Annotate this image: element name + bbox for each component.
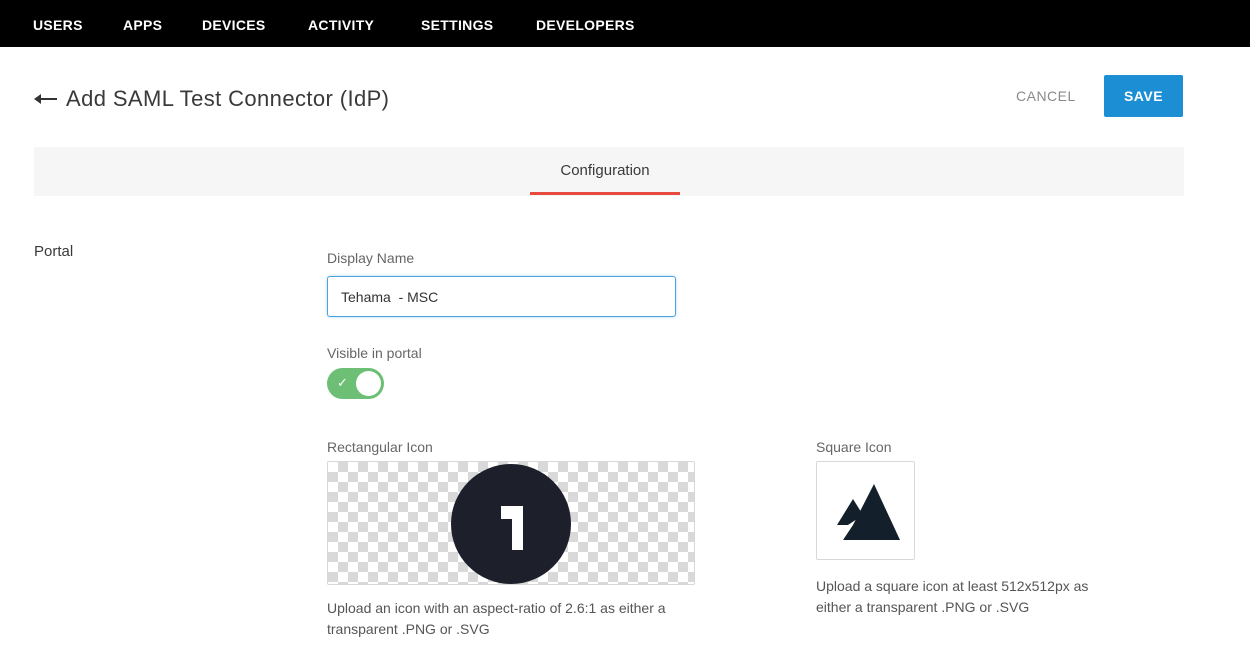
number-one-logo-icon (451, 464, 571, 584)
nav-item-users[interactable]: USERS (33, 17, 83, 33)
rectangular-icon-label: Rectangular Icon (327, 439, 433, 455)
toggle-knob (356, 371, 381, 396)
rectangular-icon-help: Upload an icon with an aspect-ratio of 2… (327, 598, 666, 640)
mountain-logo-icon (837, 484, 900, 540)
rectangular-icon-help-line2: transparent .PNG or .SVG (327, 621, 490, 637)
top-nav: USERS APPS DEVICES ACTIVITY SETTINGS DEV… (0, 0, 1250, 47)
section-label-portal: Portal (34, 243, 74, 260)
tab-bar: Configuration (34, 147, 1184, 196)
square-icon-label: Square Icon (816, 439, 892, 455)
nav-item-devices[interactable]: DEVICES (202, 17, 266, 33)
nav-item-apps[interactable]: APPS (123, 17, 162, 33)
cancel-button[interactable]: CANCEL (1016, 88, 1076, 104)
display-name-input[interactable] (327, 276, 676, 317)
square-icon-help-line1: Upload a square icon at least 512x512px … (816, 578, 1089, 594)
visible-in-portal-label: Visible in portal (327, 345, 422, 361)
tab-configuration[interactable]: Configuration (530, 162, 680, 179)
nav-item-activity[interactable]: ACTIVITY (308, 17, 374, 33)
display-name-label: Display Name (327, 250, 415, 266)
rectangular-icon-help-line1: Upload an icon with an aspect-ratio of 2… (327, 600, 666, 616)
square-icon-help: Upload a square icon at least 512x512px … (816, 576, 1088, 618)
square-icon-upload[interactable] (816, 461, 915, 560)
visible-in-portal-toggle[interactable]: ✓ (327, 368, 384, 399)
back-arrow-icon[interactable] (33, 87, 61, 107)
nav-item-developers[interactable]: DEVELOPERS (536, 17, 635, 33)
rectangular-icon-upload[interactable] (327, 461, 695, 585)
check-icon: ✓ (337, 375, 348, 390)
save-button[interactable]: SAVE (1104, 75, 1183, 117)
page-title: Add SAML Test Connector (IdP) (66, 86, 390, 111)
nav-item-settings[interactable]: SETTINGS (421, 17, 493, 33)
square-icon-help-line2: either a transparent .PNG or .SVG (816, 599, 1030, 615)
active-tab-indicator (530, 192, 680, 195)
